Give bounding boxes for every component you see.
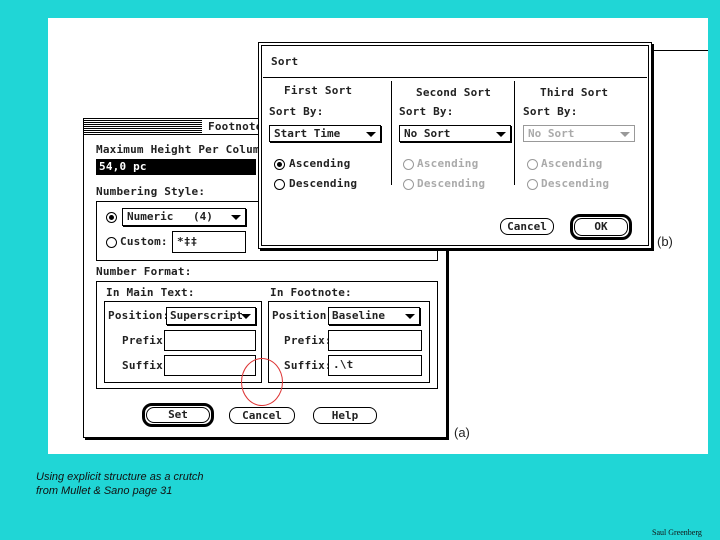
first-descending-radio[interactable] — [274, 179, 285, 190]
main-position-dropdown[interactable]: Superscript — [166, 307, 256, 325]
caption-line-2: from Mullet & Sano page 31 — [36, 485, 173, 497]
numeric-count: (4) — [193, 210, 213, 223]
second-sort-by-label: Sort By: — [399, 105, 454, 118]
third-ascending-radio[interactable] — [527, 159, 538, 170]
help-label: Help — [331, 409, 359, 422]
chevron-down-icon — [366, 131, 376, 137]
main-position-value: Superscript — [170, 309, 243, 322]
numeric-radio[interactable] — [106, 212, 117, 223]
first-ascending-label: Ascending — [289, 157, 351, 170]
numbering-style-label: Numbering Style: — [96, 185, 206, 198]
third-descending-label: Descending — [541, 177, 610, 190]
column-divider-1 — [391, 81, 392, 185]
main-prefix-field[interactable] — [164, 330, 256, 351]
max-height-field[interactable]: 54,0 pc — [96, 159, 256, 175]
second-sort-heading: Second Sort — [416, 86, 492, 99]
foot-position-label: Position: — [272, 309, 334, 322]
first-sort-heading: First Sort — [284, 84, 353, 97]
third-descending-radio[interactable] — [527, 179, 538, 190]
first-ascending-radio[interactable] — [274, 159, 285, 170]
foot-suffix-field[interactable]: .\t — [328, 355, 422, 376]
main-prefix-label: Prefix: — [122, 334, 170, 347]
figure-label-b: (b) — [657, 234, 673, 249]
column-divider-2 — [514, 81, 515, 185]
third-sort-dropdown[interactable]: No Sort — [523, 125, 635, 142]
numeric-dropdown[interactable]: Numeric (4) — [122, 208, 246, 226]
second-sort-value: No Sort — [404, 127, 451, 140]
caption-line-1: Using explicit structure as a crutch — [36, 471, 204, 483]
foot-suffix-label: Suffix: — [284, 359, 332, 372]
second-ascending-label: Ascending — [417, 157, 479, 170]
foot-position-value: Baseline — [332, 309, 385, 322]
second-ascending-radio[interactable] — [403, 159, 414, 170]
main-suffix-label: Suffix: — [122, 359, 170, 372]
main-position-label: Position: — [108, 309, 170, 322]
figure-label-a: (a) — [454, 425, 470, 440]
sort-cancel-label: Cancel — [507, 220, 547, 233]
chevron-down-icon — [231, 215, 241, 220]
chevron-down-icon — [405, 314, 415, 319]
second-descending-radio[interactable] — [403, 179, 414, 190]
cancel-button[interactable]: Cancel — [229, 407, 295, 424]
foot-prefix-label: Prefix: — [284, 334, 332, 347]
chevron-down-icon — [496, 131, 506, 137]
rule-line — [650, 50, 708, 51]
chevron-down-icon — [241, 314, 251, 319]
first-sort-by-label: Sort By: — [269, 105, 324, 118]
foot-suffix-value: .\t — [333, 358, 354, 371]
in-main-text-label: In Main Text: — [106, 286, 195, 299]
third-sort-heading: Third Sort — [540, 86, 609, 99]
third-sort-value: No Sort — [528, 127, 575, 140]
set-label: Set — [168, 408, 188, 421]
in-footnote-label: In Footnote: — [270, 286, 352, 299]
third-ascending-label: Ascending — [541, 157, 603, 170]
help-button[interactable]: Help — [313, 407, 377, 424]
highlight-circle — [241, 358, 283, 406]
foot-position-dropdown[interactable]: Baseline — [328, 307, 420, 325]
cancel-label: Cancel — [242, 409, 282, 422]
first-sort-dropdown[interactable]: Start Time — [269, 125, 381, 142]
sort-cancel-button[interactable]: Cancel — [500, 218, 554, 235]
sort-title-divider — [263, 77, 647, 78]
first-descending-label: Descending — [289, 177, 358, 190]
chevron-down-icon — [620, 131, 630, 137]
foot-prefix-field[interactable] — [328, 330, 422, 351]
custom-radio[interactable] — [106, 237, 117, 248]
custom-field[interactable]: *‡‡ — [172, 231, 246, 253]
sort-dialog: Sort First Sort Sort By: Start Time Asce… — [258, 42, 652, 249]
ok-label: OK — [594, 220, 608, 233]
custom-value: *‡‡ — [177, 235, 198, 248]
custom-label: Custom: — [120, 235, 168, 248]
sort-title: Sort — [271, 55, 299, 68]
first-sort-value: Start Time — [274, 127, 341, 140]
number-format-label: Number Format: — [96, 265, 192, 278]
max-height-value: 54,0 pc — [99, 160, 147, 173]
ok-button[interactable]: OK — [574, 218, 628, 236]
third-sort-by-label: Sort By: — [523, 105, 578, 118]
numeric-value: Numeric — [127, 210, 174, 223]
second-sort-dropdown[interactable]: No Sort — [399, 125, 511, 142]
caption: Using explicit structure as a crutch fro… — [36, 470, 204, 498]
set-button[interactable]: Set — [146, 407, 210, 423]
second-descending-label: Descending — [417, 177, 486, 190]
credit: Saul Greenberg — [652, 528, 702, 537]
max-height-label: Maximum Height Per Colum — [96, 143, 260, 156]
